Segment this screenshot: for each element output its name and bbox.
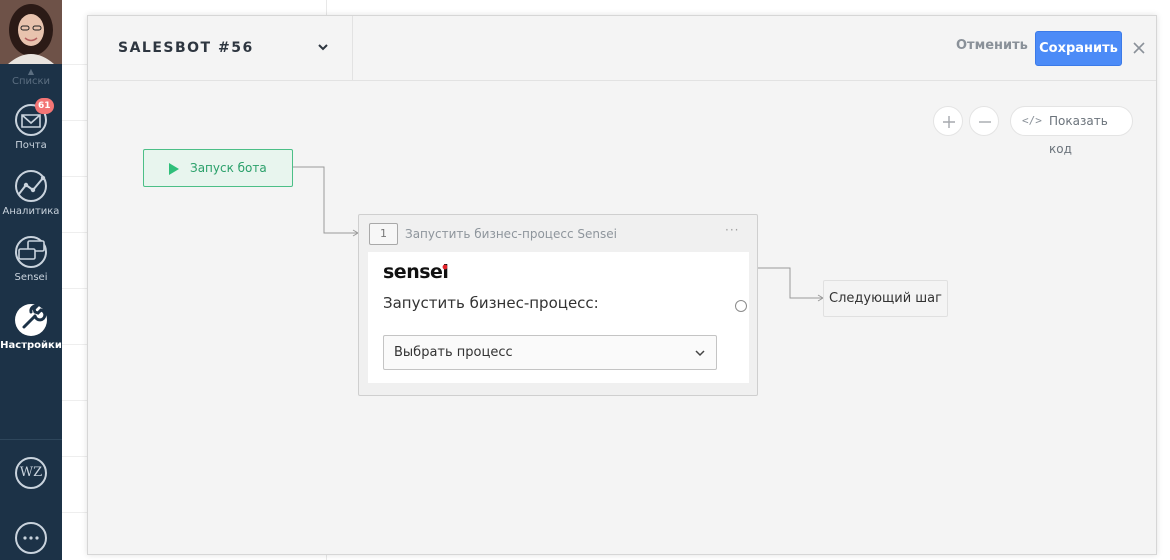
wz-label: WZ bbox=[19, 465, 43, 480]
cancel-button[interactable]: Отменить bbox=[956, 38, 1028, 53]
code-icon: </> bbox=[1022, 114, 1042, 127]
step-body: sensei Запустить бизнес-процесс: Выбрать… bbox=[368, 252, 749, 383]
step-number: 1 bbox=[369, 223, 398, 245]
sidebar-item-sensei[interactable]: Sensei bbox=[0, 234, 62, 284]
chevron-up-icon: ▲ bbox=[27, 67, 35, 76]
close-icon[interactable] bbox=[1131, 40, 1147, 56]
minus-icon bbox=[979, 121, 991, 123]
sidebar-item-label: Sensei bbox=[14, 272, 48, 283]
start-bot-node[interactable]: Запуск бота bbox=[143, 149, 293, 187]
logo-accent-dot bbox=[442, 264, 448, 270]
play-icon bbox=[169, 163, 179, 175]
sensei-icon bbox=[15, 236, 47, 268]
chevron-down-icon bbox=[695, 350, 705, 357]
chat-icon bbox=[15, 522, 47, 554]
mail-unread-badge: 61 bbox=[35, 98, 54, 114]
settings-icon bbox=[15, 304, 47, 336]
sidebar-item-label: Почта bbox=[15, 140, 47, 151]
sidebar-scroll-up[interactable]: ▲ Списки bbox=[0, 68, 62, 88]
step-title: Запустить бизнес-процесс Sensei bbox=[405, 227, 617, 241]
bot-selector[interactable]: SALESBOT #56 bbox=[88, 16, 353, 81]
analytics-icon bbox=[15, 170, 47, 202]
sidebar-item-chat[interactable] bbox=[0, 520, 62, 556]
avatar[interactable] bbox=[0, 0, 62, 64]
connector-start-to-step bbox=[293, 166, 358, 234]
salesbot-editor-modal: SALESBOT #56 Отменить Сохранить </> Пока… bbox=[87, 15, 1157, 555]
plus-icon bbox=[943, 116, 955, 128]
left-nav-sidebar: ▲ Списки 61 Почта Аналитика Sensei Настр… bbox=[0, 0, 62, 560]
step-menu-button[interactable]: ··· bbox=[725, 223, 739, 237]
show-code-label: Показать код bbox=[1049, 114, 1108, 156]
sensei-logo: sensei bbox=[383, 261, 449, 283]
bot-flow-canvas[interactable]: </> Показать код Запуск бота 1 Запустить… bbox=[88, 82, 1156, 554]
sidebar-item-label: Настройки bbox=[0, 340, 62, 351]
sidebar-item-wz[interactable]: WZ bbox=[0, 455, 62, 491]
sidebar-item-analytics[interactable]: Аналитика bbox=[0, 168, 62, 218]
show-code-button[interactable]: </> Показать код bbox=[1010, 106, 1133, 156]
next-step-node[interactable]: Следующий шаг bbox=[823, 280, 948, 317]
sensei-logo-text: sensei bbox=[383, 261, 449, 283]
sidebar-divider bbox=[0, 439, 62, 440]
bot-name: SALESBOT #56 bbox=[118, 40, 254, 56]
process-select[interactable]: Выбрать процесс bbox=[383, 335, 717, 370]
step-heading: Запустить бизнес-процесс: bbox=[383, 294, 599, 312]
avatar-image bbox=[0, 0, 62, 64]
process-select-value: Выбрать процесс bbox=[394, 345, 513, 360]
save-button[interactable]: Сохранить bbox=[1035, 31, 1122, 66]
output-port[interactable] bbox=[735, 300, 747, 312]
sidebar-item-settings[interactable]: Настройки bbox=[0, 302, 62, 352]
chevron-down-icon bbox=[318, 44, 328, 51]
zoom-out-button[interactable] bbox=[969, 106, 999, 136]
start-bot-label: Запуск бота bbox=[190, 161, 267, 175]
sidebar-scroll-label: Списки bbox=[11, 76, 51, 87]
sidebar-item-label: Аналитика bbox=[2, 206, 60, 217]
sidebar-item-mail[interactable]: 61 Почта bbox=[0, 98, 62, 152]
zoom-in-button[interactable] bbox=[933, 106, 963, 136]
step-node-sensei-process[interactable]: 1 Запустить бизнес-процесс Sensei ··· se… bbox=[358, 214, 758, 396]
modal-header: SALESBOT #56 Отменить Сохранить bbox=[88, 16, 1156, 81]
